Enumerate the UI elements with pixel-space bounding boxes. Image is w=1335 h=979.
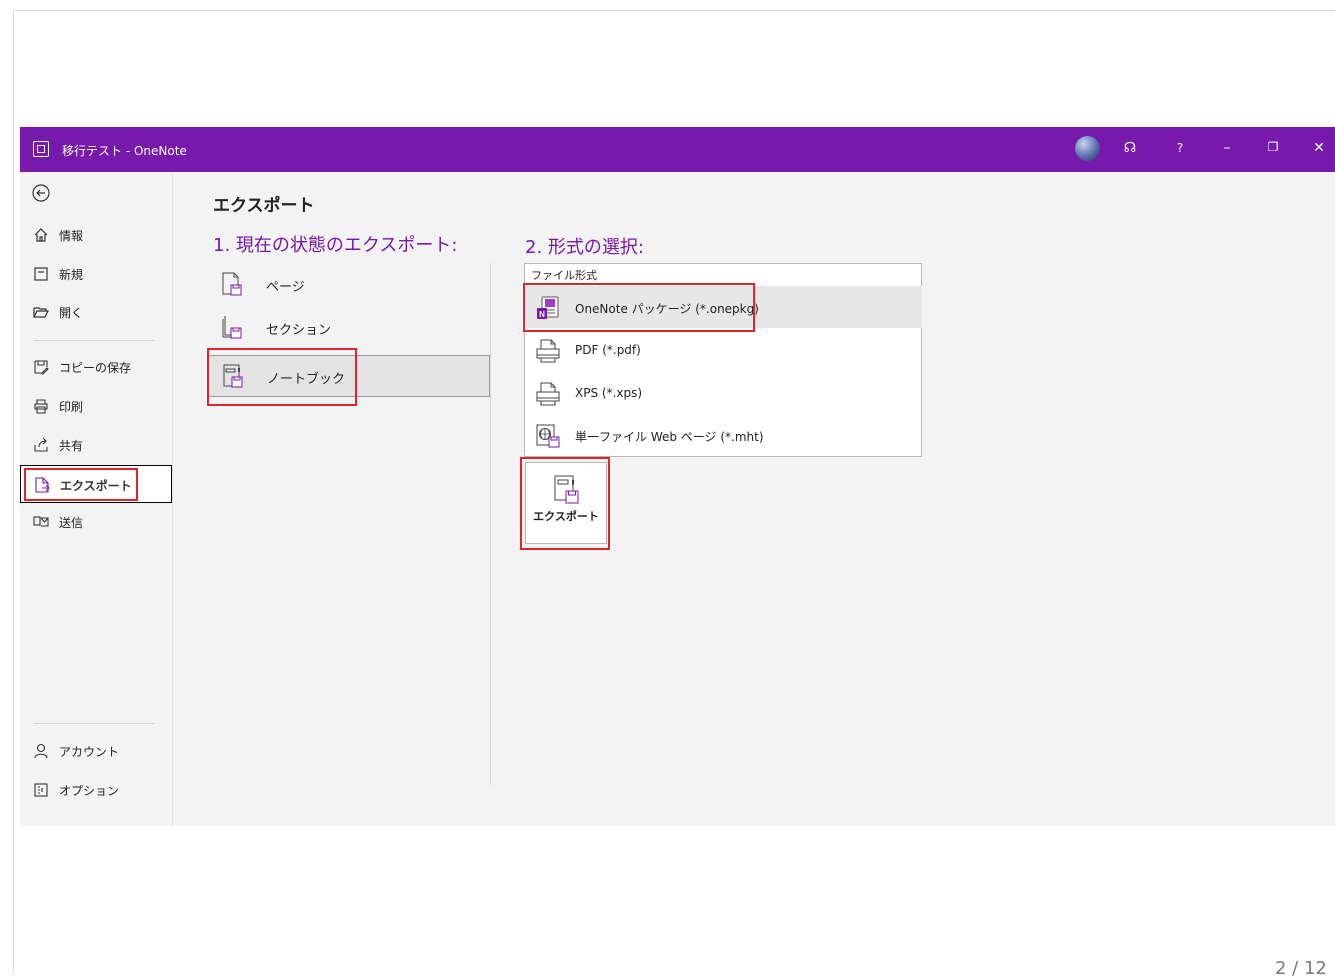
restore-button[interactable]: ❐ bbox=[1263, 140, 1283, 154]
format-pdf[interactable]: PDF (*.pdf) bbox=[526, 329, 922, 371]
format-xps[interactable]: XPS (*.xps) bbox=[526, 372, 922, 414]
scope-section[interactable]: セクション bbox=[208, 307, 490, 349]
folder-open-icon bbox=[33, 307, 49, 318]
format-label: XPS (*.xps) bbox=[575, 386, 643, 400]
sidebar-item-options[interactable]: オプション bbox=[20, 774, 172, 806]
sidebar-divider bbox=[34, 723, 154, 724]
sidebar-item-label: 印刷 bbox=[59, 400, 84, 414]
sidebar-item-share[interactable]: 共有 bbox=[20, 429, 172, 461]
send-icon bbox=[33, 516, 49, 527]
account-icon bbox=[34, 743, 48, 759]
backstage-sidebar: 情報 新規 開く コピーの保存 印刷 共有 エクスポート 送信 アカウント オプ… bbox=[20, 172, 173, 826]
sidebar-item-save-copy[interactable]: コピーの保存 bbox=[20, 351, 172, 383]
sidebar-item-label: コピーの保存 bbox=[59, 361, 132, 375]
page-border-left bbox=[13, 10, 14, 973]
sidebar-item-print[interactable]: 印刷 bbox=[20, 390, 172, 422]
export-button-label: エクスポート bbox=[533, 510, 599, 523]
export-icon bbox=[35, 477, 50, 493]
page-export-icon bbox=[222, 272, 242, 296]
scope-notebook[interactable]: ノートブック bbox=[208, 355, 490, 397]
new-page-icon bbox=[34, 267, 48, 281]
web-page-icon bbox=[536, 424, 560, 448]
sidebar-item-send[interactable]: 送信 bbox=[20, 506, 172, 538]
format-mht[interactable]: 単一ファイル Web ページ (*.mht) bbox=[526, 414, 922, 456]
back-button[interactable] bbox=[20, 178, 172, 210]
minimize-button[interactable]: – bbox=[1217, 140, 1237, 156]
column-divider bbox=[490, 263, 491, 785]
format-label: PDF (*.pdf) bbox=[575, 343, 641, 357]
notebook-export-icon bbox=[554, 475, 579, 504]
onenote-app-icon bbox=[33, 141, 49, 157]
share-icon bbox=[34, 437, 48, 452]
svg-text:N: N bbox=[539, 310, 545, 319]
scope-label: ノートブック bbox=[267, 372, 346, 387]
coauthor-icon[interactable]: ☊ bbox=[1120, 140, 1140, 156]
sidebar-item-account[interactable]: アカウント bbox=[20, 735, 172, 767]
onenote-window: 移行テスト - OneNote ☊ ? – ❐ ✕ 情報 新規 開く コピーの保… bbox=[20, 127, 1335, 826]
sidebar-divider bbox=[34, 340, 154, 341]
sidebar-item-label: 開く bbox=[59, 306, 84, 320]
sidebar-item-label: 情報 bbox=[59, 229, 84, 243]
sidebar-item-label: アカウント bbox=[59, 745, 120, 759]
export-button[interactable]: エクスポート bbox=[525, 462, 607, 544]
sidebar-item-label: エクスポート bbox=[60, 479, 132, 493]
save-copy-icon bbox=[34, 360, 49, 375]
scope-label: セクション bbox=[266, 323, 332, 338]
print-icon bbox=[34, 399, 48, 414]
format-label: OneNote パッケージ (*.onepkg) bbox=[575, 302, 759, 316]
close-button[interactable]: ✕ bbox=[1309, 140, 1329, 156]
printer-icon bbox=[536, 382, 560, 406]
window-title: 移行テスト - OneNote bbox=[62, 144, 187, 158]
notebook-export-icon bbox=[223, 364, 243, 388]
page-border-top bbox=[13, 10, 1335, 11]
sidebar-item-open[interactable]: 開く bbox=[20, 296, 172, 328]
onenote-package-icon: N bbox=[537, 296, 559, 319]
format-list: ファイル形式 N OneNote パッケージ (*.onepkg) PDF (*… bbox=[524, 263, 922, 457]
sidebar-item-label: 共有 bbox=[59, 439, 84, 453]
sidebar-item-label: 新規 bbox=[59, 268, 84, 282]
step1-heading: 1. 現在の状態のエクスポート: bbox=[213, 235, 458, 256]
printer-icon bbox=[536, 339, 560, 363]
home-icon bbox=[34, 228, 48, 242]
user-avatar[interactable] bbox=[1075, 136, 1100, 161]
options-icon bbox=[34, 783, 48, 797]
back-arrow-icon bbox=[32, 184, 50, 202]
sidebar-item-label: オプション bbox=[59, 784, 120, 798]
format-list-header: ファイル形式 bbox=[531, 269, 597, 282]
scope-page[interactable]: ページ bbox=[208, 264, 490, 306]
sidebar-item-new[interactable]: 新規 bbox=[20, 258, 172, 290]
title-bar: 移行テスト - OneNote ☊ ? – ❐ ✕ bbox=[20, 127, 1335, 172]
step2-heading: 2. 形式の選択: bbox=[525, 237, 644, 258]
sidebar-item-export[interactable]: エクスポート bbox=[20, 465, 172, 503]
sidebar-item-info[interactable]: 情報 bbox=[20, 219, 172, 251]
format-onepkg[interactable]: N OneNote パッケージ (*.onepkg) bbox=[526, 286, 922, 328]
section-export-icon bbox=[222, 316, 242, 339]
help-button[interactable]: ? bbox=[1170, 141, 1190, 155]
page-number: 2 / 12 bbox=[1275, 958, 1327, 979]
page-title: エクスポート bbox=[213, 196, 315, 216]
scope-label: ページ bbox=[266, 280, 305, 295]
sidebar-item-label: 送信 bbox=[59, 516, 84, 530]
format-label: 単一ファイル Web ページ (*.mht) bbox=[575, 430, 764, 444]
